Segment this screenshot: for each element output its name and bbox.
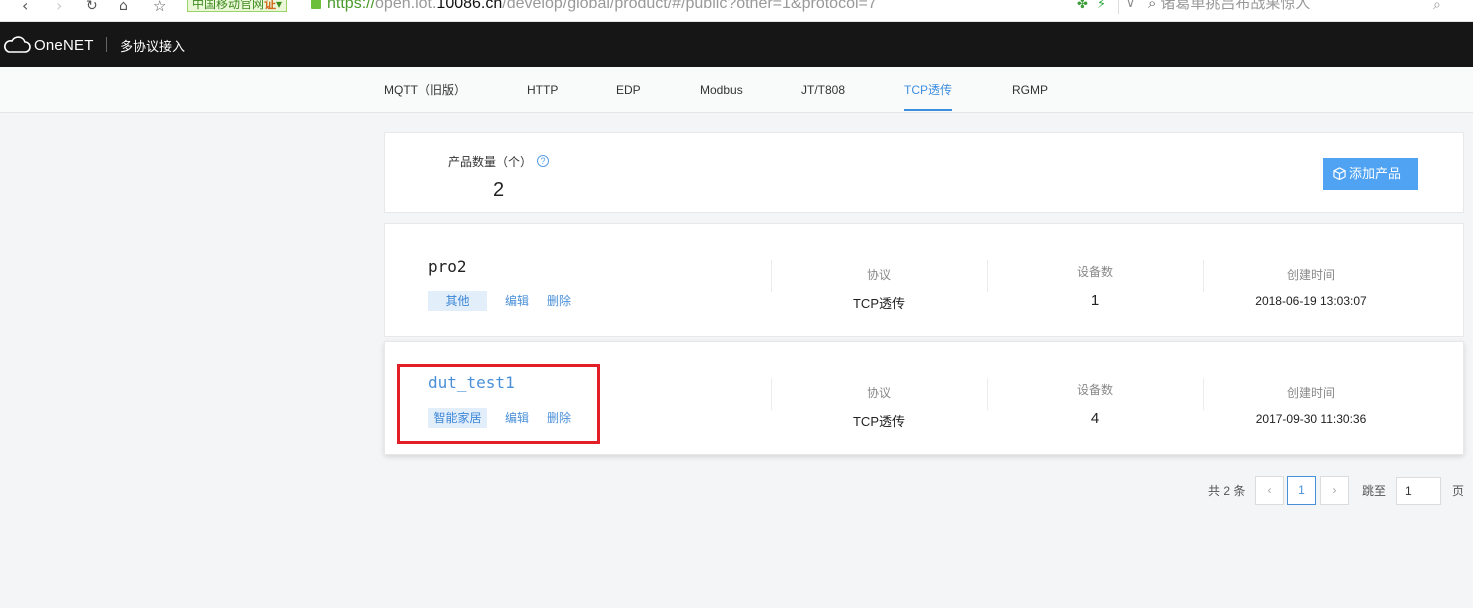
protocol-tabs: MQTT（旧版） HTTP EDP Modbus JT/T808 TCP透传 R…: [0, 67, 1473, 113]
product-count: 2: [493, 179, 505, 201]
delete-link[interactable]: 删除: [547, 292, 571, 309]
url-scheme: https://: [327, 0, 376, 12]
column-divider: [771, 378, 772, 410]
tab-jtt808[interactable]: JT/T808: [801, 67, 845, 113]
device-count-label: 设备数: [1076, 265, 1113, 279]
product-category-tag: 智能家居: [428, 408, 487, 428]
bookmark-star-icon[interactable]: ☆: [153, 0, 166, 16]
device-count-value: 1: [1090, 292, 1100, 309]
url-host-prefix: open.iot.: [375, 0, 437, 12]
cube-icon: [1333, 167, 1346, 180]
next-page-button[interactable]: ›: [1320, 476, 1349, 505]
add-product-button[interactable]: 添加产品: [1323, 158, 1418, 190]
onenet-logo[interactable]: OneNET: [2, 35, 94, 55]
tab-mqtt[interactable]: MQTT（旧版）: [384, 67, 466, 113]
back-icon[interactable]: ‹: [22, 0, 28, 16]
url-path: /develop/global/product/#/public?other=1…: [502, 0, 877, 12]
url-dropdown-icon[interactable]: ∨: [1118, 0, 1142, 14]
url-host: 10086.cn: [436, 0, 503, 12]
edit-link[interactable]: 编辑: [505, 409, 529, 426]
tab-edp[interactable]: EDP: [616, 67, 641, 113]
tab-http[interactable]: HTTP: [527, 67, 558, 113]
lock-icon: [311, 0, 321, 9]
lightning-icon[interactable]: ⚡: [1097, 0, 1106, 10]
created-time-value: 2018-06-19 13:03:07: [1255, 294, 1367, 308]
edit-link[interactable]: 编辑: [505, 292, 529, 309]
page-suffix-label: 页: [1452, 484, 1465, 498]
page-number-button[interactable]: 1: [1287, 476, 1316, 505]
jump-to-label: 跳至: [1362, 484, 1387, 498]
column-divider: [1203, 260, 1204, 292]
forward-icon[interactable]: ›: [56, 0, 62, 16]
extension-icon[interactable]: ✤: [1077, 0, 1088, 10]
column-divider: [771, 260, 772, 292]
site-verified-badge[interactable]: 中国移动官网证▾: [187, 0, 288, 12]
column-divider: [1203, 378, 1204, 410]
protocol-label: 协议: [866, 386, 891, 400]
created-time-label: 创建时间: [1286, 268, 1335, 282]
column-divider: [987, 378, 988, 410]
header-divider: [106, 37, 107, 52]
section-title: 多协议接入: [120, 39, 186, 54]
delete-link[interactable]: 删除: [547, 409, 571, 426]
device-count-value: 4: [1090, 410, 1100, 427]
address-bar[interactable]: https://open.iot.10086.cn/develop/global…: [327, 0, 877, 12]
site-badge-cert: 证: [264, 0, 277, 11]
browser-search-input[interactable]: ⌕ 诸葛单挑吕布战果惊人: [1148, 0, 1458, 16]
logo-text: OneNET: [34, 36, 94, 54]
protocol-label: 协议: [866, 268, 891, 282]
product-summary-card: 产品数量（个） ? 2 添加产品: [384, 132, 1464, 213]
help-icon[interactable]: ?: [537, 155, 549, 167]
browser-toolbar: ‹ › ↻ ⌂ ☆ 中国移动官网证▾ https://open.iot.1008…: [0, 0, 1473, 22]
product-row: dut_test1 智能家居 编辑 删除 协议 TCP透传 设备数 4 创建时间…: [384, 341, 1464, 455]
created-time-value: 2017-09-30 11:30:36: [1255, 412, 1367, 426]
tab-modbus[interactable]: Modbus: [700, 67, 743, 113]
protocol-value: TCP透传: [852, 414, 905, 429]
product-name-link[interactable]: dut_test1: [428, 373, 515, 392]
column-divider: [987, 260, 988, 292]
home-icon[interactable]: ⌂: [119, 0, 128, 16]
tab-tcp-passthrough[interactable]: TCP透传: [904, 67, 953, 113]
top-header: OneNET 多协议接入: [0, 22, 1473, 67]
product-category-tag: 其他: [428, 291, 487, 311]
product-row: pro2 其他 编辑 删除 协议 TCP透传 设备数 1 创建时间 2018-0…: [384, 223, 1464, 337]
product-count-label: 产品数量（个）: [448, 155, 533, 169]
device-count-label: 设备数: [1076, 383, 1113, 397]
protocol-value: TCP透传: [852, 296, 905, 311]
prev-page-button[interactable]: ‹: [1255, 476, 1284, 505]
site-badge-text: 中国移动官网: [192, 0, 265, 11]
created-time-label: 创建时间: [1286, 386, 1335, 400]
pagination-total: 共 2 条: [1208, 484, 1246, 498]
refresh-icon[interactable]: ↻: [86, 0, 98, 16]
search-icon: ⌕: [1148, 0, 1157, 12]
badge-dropdown-icon: ▾: [276, 0, 283, 11]
add-product-label: 添加产品: [1349, 166, 1402, 181]
tab-rgmp[interactable]: RGMP: [1012, 67, 1048, 113]
product-name: pro2: [428, 257, 467, 276]
search-go-icon[interactable]: ⌕: [1433, 0, 1441, 13]
jump-page-input[interactable]: [1396, 477, 1441, 505]
cloud-icon: [4, 36, 31, 53]
search-placeholder: 诸葛单挑吕布战果惊人: [1160, 0, 1311, 12]
